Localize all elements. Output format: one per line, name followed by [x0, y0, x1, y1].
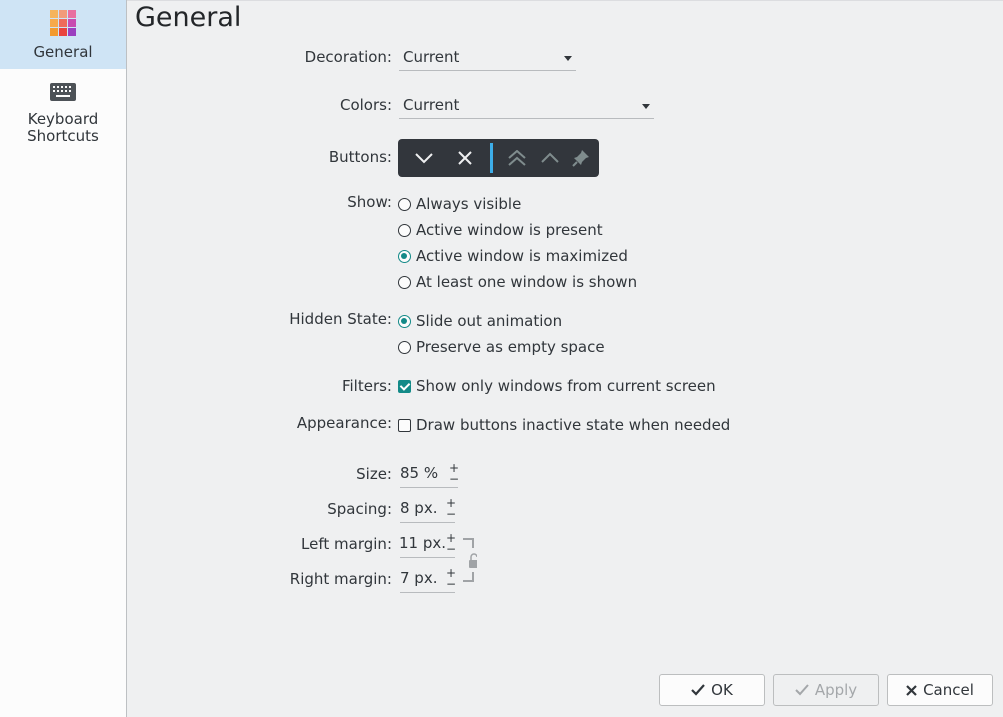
spacing-spinbox[interactable]: 8 px. + − — [400, 497, 456, 523]
appearance-label: Appearance: — [296, 414, 392, 432]
checkbox-checked[interactable] — [398, 379, 411, 393]
radio-button-selected[interactable] — [398, 249, 411, 263]
pin-icon[interactable] — [566, 139, 596, 177]
size-label: Size: — [356, 465, 392, 483]
ok-button[interactable]: OK — [659, 674, 765, 706]
sidebar-item-label-line1: Keyboard — [27, 110, 99, 128]
apply-button-label: Apply — [814, 681, 858, 699]
option-label: Always visible — [416, 195, 522, 213]
option-label: Slide out animation — [416, 312, 563, 330]
apply-button[interactable]: Apply — [773, 674, 879, 706]
show-option-active-maximized[interactable]: Active window is maximized — [398, 246, 628, 266]
filters-label: Filters: — [341, 377, 392, 395]
general-settings-icon — [50, 10, 76, 36]
sidebar-item-general[interactable]: General — [0, 0, 126, 69]
top-divider — [127, 0, 1003, 1]
checkmark-icon — [691, 684, 705, 696]
appearance-option[interactable]: Draw buttons inactive state when needed — [398, 415, 730, 435]
decrement-icon[interactable]: − — [446, 508, 456, 520]
separator-handle[interactable] — [489, 139, 493, 177]
close-icon[interactable] — [448, 139, 482, 177]
option-label: Show only windows from current screen — [416, 377, 716, 395]
cancel-button-label: Cancel — [923, 681, 974, 699]
close-icon — [906, 684, 917, 696]
spacing-value: 8 px. — [400, 499, 438, 517]
keep-above-icon[interactable] — [502, 139, 532, 177]
buttons-layout-bar[interactable] — [398, 139, 599, 177]
page-title: General — [135, 2, 242, 33]
show-option-active-present[interactable]: Active window is present — [398, 220, 603, 240]
sidebar-item-keyboard-shortcuts[interactable]: Keyboard Shortcuts — [0, 69, 126, 153]
size-spinbox[interactable]: 85 % + − — [400, 462, 459, 488]
radio-button-selected[interactable] — [398, 314, 411, 328]
spacing-label: Spacing: — [327, 500, 392, 518]
colors-combo[interactable]: Current — [399, 93, 654, 119]
decrement-icon[interactable]: − — [446, 543, 456, 555]
ok-button-label: OK — [711, 681, 733, 699]
right-margin-spinbox[interactable]: 7 px. + − — [400, 567, 456, 593]
decoration-combo[interactable]: Current — [399, 45, 576, 71]
left-margin-label: Left margin: — [301, 535, 392, 553]
decrement-icon[interactable]: − — [449, 473, 459, 485]
show-option-one-window-shown[interactable]: At least one window is shown — [398, 272, 637, 292]
radio-button[interactable] — [398, 197, 411, 211]
maximize-icon[interactable] — [535, 139, 565, 177]
decoration-value: Current — [403, 48, 460, 66]
radio-button[interactable] — [398, 340, 411, 354]
left-margin-spinbox[interactable]: 11 px. + − — [399, 532, 456, 558]
option-label: Active window is maximized — [416, 247, 628, 265]
minimize-icon[interactable] — [406, 139, 442, 177]
sidebar-item-label: General — [33, 43, 93, 61]
filters-option[interactable]: Show only windows from current screen — [398, 376, 716, 396]
checkbox[interactable] — [398, 418, 411, 432]
buttons-label: Buttons: — [328, 148, 392, 166]
show-label: Show: — [347, 193, 392, 211]
lock-margins-icon[interactable] — [461, 538, 477, 582]
sidebar: General Keyboard Shortcuts — [0, 0, 127, 717]
option-label: Active window is present — [416, 221, 603, 239]
option-label: Preserve as empty space — [416, 338, 605, 356]
decoration-label: Decoration: — [304, 48, 392, 66]
keyboard-icon — [50, 83, 76, 101]
hidden-state-label: Hidden State: — [289, 310, 392, 328]
right-margin-value: 7 px. — [400, 569, 438, 587]
cancel-button[interactable]: Cancel — [887, 674, 993, 706]
show-option-always-visible[interactable]: Always visible — [398, 194, 521, 214]
radio-button[interactable] — [398, 223, 411, 237]
right-margin-label: Right margin: — [289, 570, 392, 588]
hidden-option-slide-out[interactable]: Slide out animation — [398, 311, 562, 331]
chevron-down-icon — [564, 56, 572, 61]
size-value: 85 % — [400, 464, 439, 482]
sidebar-item-label-line2: Shortcuts — [27, 127, 99, 145]
option-label: Draw buttons inactive state when needed — [416, 416, 731, 434]
radio-button[interactable] — [398, 275, 411, 289]
left-margin-value: 11 px. — [399, 534, 447, 552]
hidden-option-preserve-space[interactable]: Preserve as empty space — [398, 337, 605, 357]
colors-label: Colors: — [339, 96, 392, 114]
colors-value: Current — [403, 96, 460, 114]
checkmark-icon — [795, 684, 809, 696]
decrement-icon[interactable]: − — [446, 578, 456, 590]
chevron-down-icon — [642, 104, 650, 109]
option-label: At least one window is shown — [416, 273, 638, 291]
